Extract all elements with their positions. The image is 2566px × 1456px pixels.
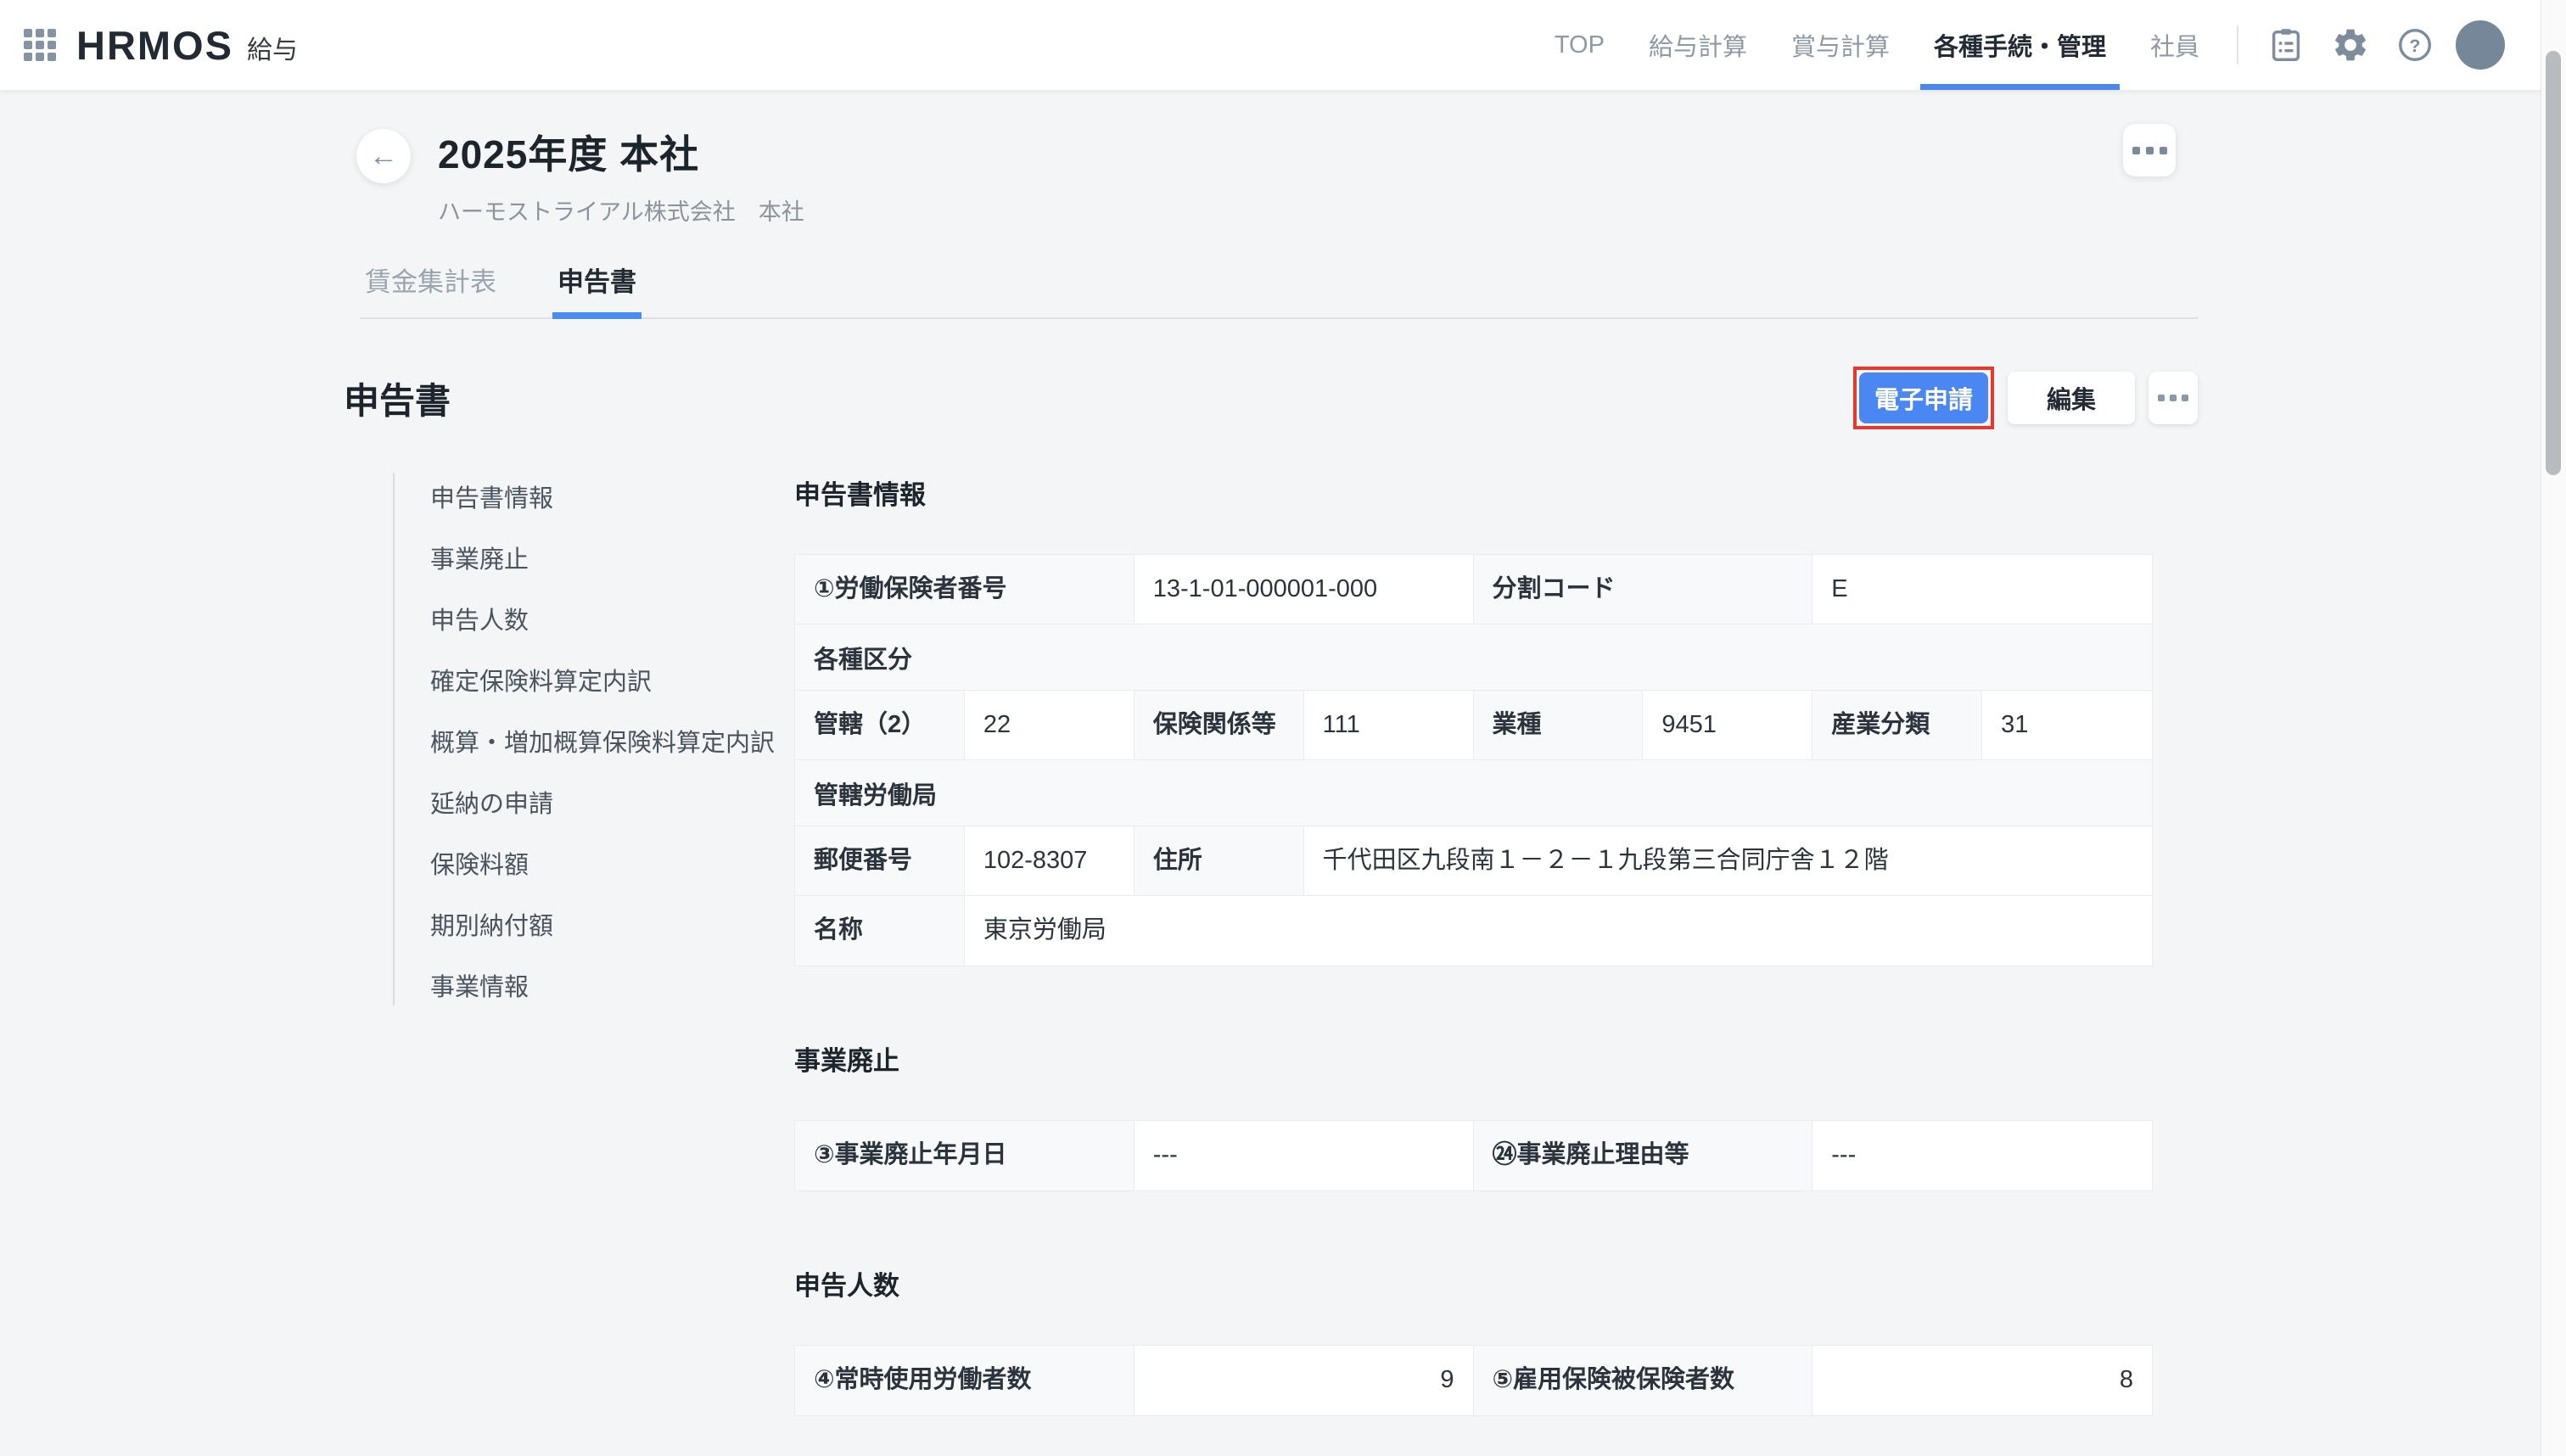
tab-bar: 賃金集計表 申告書 (360, 260, 2198, 319)
report-info-table: ①労働保険者番号 13-1-01-000001-000 分割コード E 各種区分… (794, 554, 2153, 966)
clipboard-list-icon[interactable] (2254, 13, 2318, 77)
cell-label: ④常時使用労働者数 (795, 1346, 1135, 1415)
top-nav: HRMOS 給与 TOP 給与計算 賞与計算 各種手続・管理 社員 (0, 0, 2566, 90)
cell-value: 13-1-01-000001-000 (1135, 555, 1474, 624)
title-block: 2025年度 本社 ハーモストライアル株式会社 本社 (438, 124, 804, 227)
cell-label: ⑤雇用保険被保険者数 (1474, 1346, 1813, 1415)
tab-declaration[interactable]: 申告書 (552, 260, 642, 317)
cell-value: 9 (1135, 1346, 1474, 1415)
cell-label: 名称 (795, 896, 965, 966)
cell-label: 郵便番号 (795, 826, 965, 895)
table-subheader: 管轄労働局 (795, 760, 2152, 826)
page-subtitle: ハーモストライアル株式会社 本社 (438, 193, 804, 227)
more-icon (2132, 147, 2140, 154)
main-content: 申告書情報 ①労働保険者番号 13-1-01-000001-000 分割コード … (794, 473, 2153, 1456)
content-heading: 申告書 (344, 372, 451, 424)
sidebar-item-business-info[interactable]: 事業情報 (430, 976, 794, 1000)
nav-item-bonus[interactable]: 賞与計算 (1769, 0, 1912, 90)
nav-item-payroll[interactable]: 給与計算 (1627, 0, 1769, 90)
page-body: ← 2025年度 本社 ハーモストライアル株式会社 本社 賃金集計表 申告書 申… (0, 90, 2566, 1456)
section-declared-headcount: 申告人数 ④常時使用労働者数 9 ⑤雇用保険被保険者数 8 (794, 1264, 2153, 1416)
cell-value: 東京労働局 (965, 896, 2152, 966)
primary-nav: TOP 給与計算 賞与計算 各種手続・管理 社員 ? (1532, 0, 2505, 90)
sidebar-item-headcount[interactable]: 申告人数 (430, 609, 794, 634)
cell-value: 8 (1812, 1346, 2152, 1415)
table-row: ④常時使用労働者数 9 ⑤雇用保険被保険者数 8 (795, 1346, 2152, 1415)
svg-text:?: ? (2410, 36, 2421, 56)
cell-label: 保険関係等 (1135, 691, 1304, 759)
cell-value: 31 (1982, 691, 2152, 759)
annotation-highlight-box: 電子申請 (1853, 367, 1994, 429)
table-row: ③事業廃止年月日 --- ㉔事業廃止理由等 --- (795, 1121, 2152, 1190)
sidebar-item-premium-amount[interactable]: 保険料額 (430, 854, 794, 878)
cell-value: E (1812, 555, 2152, 624)
more-icon (2158, 395, 2165, 401)
table-row: ①労働保険者番号 13-1-01-000001-000 分割コード E (795, 555, 2152, 624)
sidebar-item-estimated-premium[interactable]: 概算・増加概算保険料算定内訳 (430, 731, 794, 756)
back-arrow-icon: ← (369, 140, 398, 173)
section-title: 申告人数 (794, 1264, 2153, 1302)
page-header: ← 2025年度 本社 ハーモストライアル株式会社 本社 (0, 124, 2566, 227)
gear-icon[interactable] (2318, 13, 2383, 77)
cell-value: 102-8307 (965, 826, 1135, 895)
sidebar-item-report-info[interactable]: 申告書情報 (430, 487, 794, 512)
apps-grid-icon[interactable] (24, 29, 56, 61)
more-actions-button[interactable] (2149, 372, 2198, 424)
product-name: 給与 (247, 29, 298, 66)
sidebar-item-final-premium[interactable]: 確定保険料算定内訳 (430, 670, 794, 695)
section-sidebar: 申告書情報 事業廃止 申告人数 確定保険料算定内訳 概算・増加概算保険料算定内訳… (393, 473, 794, 1005)
cell-label: 住所 (1135, 826, 1304, 895)
nav-item-top[interactable]: TOP (1532, 0, 1627, 90)
header-more-button[interactable] (2123, 124, 2176, 176)
cell-value: 22 (965, 691, 1135, 759)
cell-value: 111 (1304, 691, 1474, 759)
edit-button[interactable]: 編集 (2008, 372, 2135, 424)
cell-value: 9451 (1643, 691, 1812, 759)
nav-item-employees[interactable]: 社員 (2128, 0, 2221, 90)
cell-label: 分割コード (1474, 555, 1813, 624)
table-row: 管轄（2） 22 保険関係等 111 業種 9451 産業分類 31 (795, 691, 2152, 760)
page-title: 2025年度 本社 (438, 124, 804, 180)
section-report-info: 申告書情報 ①労働保険者番号 13-1-01-000001-000 分割コード … (794, 473, 2153, 966)
business-closure-table: ③事業廃止年月日 --- ㉔事業廃止理由等 --- (794, 1120, 2153, 1191)
cell-value: --- (1135, 1121, 1474, 1190)
table-row: 名称 東京労働局 (795, 896, 2152, 966)
avatar[interactable] (2456, 20, 2505, 70)
cell-label: ③事業廃止年月日 (795, 1121, 1135, 1190)
headcount-table: ④常時使用労働者数 9 ⑤雇用保険被保険者数 8 (794, 1345, 2153, 1416)
cell-value: --- (1812, 1121, 2152, 1190)
cell-label: 産業分類 (1812, 691, 1982, 759)
e-apply-button[interactable]: 電子申請 (1859, 372, 1988, 423)
cell-value: 千代田区九段南１－２－１九段第三合同庁舎１２階 (1304, 826, 2152, 895)
nav-item-procedures[interactable]: 各種手続・管理 (1912, 0, 2128, 90)
section-heading-row: 申告書 電子申請 編集 (344, 367, 2198, 429)
action-buttons: 電子申請 編集 (1853, 367, 2198, 429)
table-row: 郵便番号 102-8307 住所 千代田区九段南１－２－１九段第三合同庁舎１２階 (795, 826, 2152, 896)
section-title: 申告書情報 (794, 473, 2153, 512)
content-row: 申告書情報 事業廃止 申告人数 確定保険料算定内訳 概算・増加概算保険料算定内訳… (0, 473, 2566, 1456)
cell-label: 業種 (1474, 691, 1644, 759)
sidebar-item-business-closure[interactable]: 事業廃止 (430, 548, 794, 573)
nav-divider (2237, 25, 2238, 64)
cell-label: ①労働保険者番号 (795, 555, 1135, 624)
sidebar-item-installments[interactable]: 期別納付額 (430, 915, 794, 939)
section-business-closure: 事業廃止 ③事業廃止年月日 --- ㉔事業廃止理由等 --- (794, 1039, 2153, 1191)
scrollbar-thumb[interactable] (2546, 51, 2561, 475)
section-title: 事業廃止 (794, 1039, 2153, 1078)
sidebar-item-deferral[interactable]: 延納の申請 (430, 792, 794, 817)
table-subheader: 各種区分 (795, 624, 2152, 691)
hrmos-logo[interactable]: HRMOS (76, 22, 233, 69)
tab-wage-summary[interactable]: 賃金集計表 (360, 260, 501, 317)
window-scrollbar[interactable] (2541, 0, 2566, 1456)
cell-label: ㉔事業廃止理由等 (1474, 1121, 1813, 1190)
back-button[interactable]: ← (356, 129, 411, 183)
cell-label: 管轄（2） (795, 691, 965, 759)
help-icon[interactable]: ? (2383, 13, 2447, 77)
